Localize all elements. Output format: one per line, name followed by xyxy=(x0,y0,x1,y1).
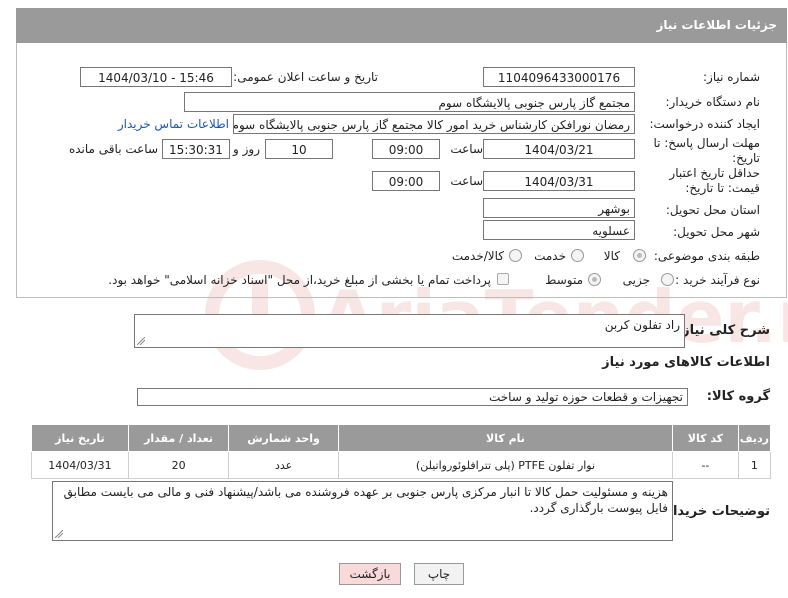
col-header-unit: واحد شمارش xyxy=(228,424,339,452)
remaining-label: ساعت باقی مانده xyxy=(68,142,158,156)
cell-row: 1 xyxy=(737,451,772,479)
process-radio-medium[interactable] xyxy=(588,273,601,286)
deadline-date-field: 1404/03/21 xyxy=(483,139,635,159)
category-option-goods: کالا xyxy=(603,249,620,263)
col-header-date: تاریخ نیاز xyxy=(31,424,129,452)
goods-table: ردیف کد کالا نام کالا واحد شمارش تعداد /… xyxy=(31,424,772,479)
description-field: راد تفلون کربن xyxy=(134,314,685,348)
deadline-time-field: 09:00 xyxy=(372,139,440,159)
creator-field: رمضان نورافکن کارشناس خرید امور کالا مجت… xyxy=(233,114,635,134)
announce-field: 1404/03/10 - 15:46 xyxy=(80,67,232,87)
day-label: روز و xyxy=(233,142,260,156)
goods-group-label: گروه کالا: xyxy=(706,389,770,404)
cell-quantity: 20 xyxy=(127,451,230,479)
deadline-time-label: ساعت xyxy=(450,142,483,156)
col-header-quantity: تعداد / مقدار xyxy=(127,424,230,452)
city-label: شهر محل تحویل: xyxy=(673,225,760,239)
goods-group-field: تجهیزات و قطعات حوزه تولید و ساخت xyxy=(137,388,688,406)
validity-label: حداقل تاریخ اعتبار قیمت: تا تاریخ: xyxy=(669,166,760,195)
buyer-notes-text: هزینه و مسئولیت حمل کالا تا انبار مرکزی … xyxy=(63,485,668,515)
buyer-notes-label: توضیحات خریدار: xyxy=(660,504,770,519)
validity-time-label: ساعت xyxy=(450,174,483,188)
buyer-org-label: نام دستگاه خریدار: xyxy=(665,95,761,109)
description-label: شرح کلی نیاز: xyxy=(676,323,770,338)
back-button[interactable]: بازگشت xyxy=(339,563,401,585)
category-radio-goods[interactable] xyxy=(633,249,646,262)
deadline-label: مهلت ارسال پاسخ: تا تاریخ: xyxy=(653,136,760,165)
cell-unit: عدد xyxy=(228,451,339,479)
print-button[interactable]: چاپ xyxy=(414,563,464,585)
remaining-time-field: 15:30:31 xyxy=(162,139,230,159)
panel-header: جزئیات اطلاعات نیاز xyxy=(16,8,787,43)
province-label: استان محل تحویل: xyxy=(665,203,760,217)
category-option-goods-service: کالا/خدمت xyxy=(451,249,504,263)
validity-time-field: 09:00 xyxy=(372,171,440,191)
need-number-field: 1104096433000176 xyxy=(483,67,635,87)
process-label: نوع فرآیند خرید : xyxy=(675,273,760,287)
creator-label: ایجاد کننده درخواست: xyxy=(649,117,760,131)
col-header-name: نام کالا xyxy=(337,424,674,452)
process-radio-minor[interactable] xyxy=(661,273,674,286)
cell-date: 1404/03/31 xyxy=(31,451,129,479)
resize-grip-icon[interactable] xyxy=(137,337,145,345)
category-option-service: خدمت xyxy=(534,249,566,263)
buyer-org-field: مجتمع گاز پارس جنوبی پالایشگاه سوم xyxy=(184,92,635,112)
announce-label: تاریخ و ساعت اعلان عمومی: xyxy=(233,70,378,84)
panel-title: جزئیات اطلاعات نیاز xyxy=(656,18,777,32)
city-field: عسلویه xyxy=(483,220,635,240)
col-header-row: ردیف xyxy=(737,424,772,452)
col-header-code: کد کالا xyxy=(672,424,739,452)
buyer-contact-link[interactable]: اطلاعات تماس خریدار xyxy=(118,117,229,131)
resize-grip-icon[interactable] xyxy=(55,530,63,538)
cell-code: -- xyxy=(672,451,739,479)
payment-note: پرداخت تمام یا بخشی از مبلغ خرید،از محل … xyxy=(108,273,491,287)
cell-name: نوار تفلون PTFE (پلی تترافلوئورواتیلن) xyxy=(337,451,674,479)
category-label: طبقه بندی موضوعی: xyxy=(653,249,760,263)
days-field: 10 xyxy=(265,139,333,159)
process-option-medium: متوسط xyxy=(545,273,583,287)
validity-date-field: 1404/03/31 xyxy=(483,171,635,191)
goods-table-header: ردیف کد کالا نام کالا واحد شمارش تعداد /… xyxy=(31,424,772,452)
buyer-notes-field: هزینه و مسئولیت حمل کالا تا انبار مرکزی … xyxy=(52,481,673,541)
need-number-label: شماره نیاز: xyxy=(703,70,760,84)
province-field: بوشهر xyxy=(483,198,635,218)
payment-checkbox[interactable] xyxy=(497,273,509,285)
category-radio-goods-service[interactable] xyxy=(509,249,522,262)
goods-section-title: اطلاعات کالاهای مورد نیاز xyxy=(602,355,770,370)
table-row[interactable]: 1 -- نوار تفلون PTFE (پلی تترافلوئورواتی… xyxy=(31,451,772,479)
process-option-minor: جزیی xyxy=(622,273,650,287)
category-radio-service[interactable] xyxy=(571,249,584,262)
description-text: راد تفلون کربن xyxy=(604,318,680,332)
